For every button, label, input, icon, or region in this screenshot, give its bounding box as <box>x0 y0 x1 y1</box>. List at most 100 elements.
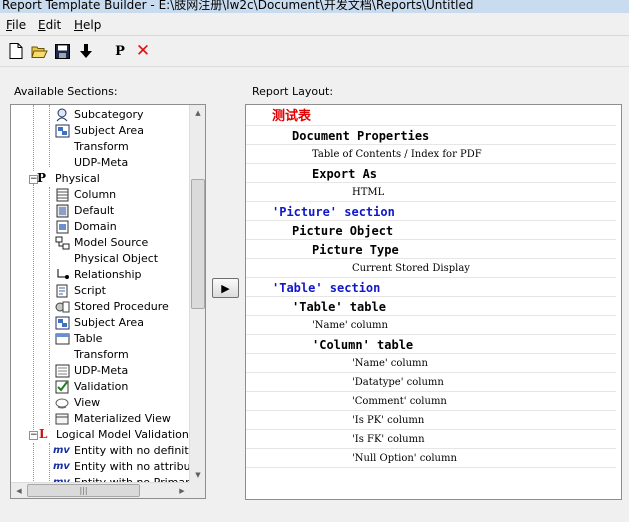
tree-guide-line <box>49 187 50 425</box>
report-layout-row[interactable]: Document Properties <box>246 127 616 145</box>
scroll-up-arrow-icon[interactable]: ▲ <box>190 105 205 121</box>
properties-button[interactable]: P <box>110 41 130 61</box>
report-layout-row-label: Document Properties <box>292 129 430 143</box>
report-layout-row-label: Export As <box>312 167 378 181</box>
report-layout-row-label: Current Stored Display <box>352 263 470 274</box>
table-icon <box>55 333 70 345</box>
model-source-icon <box>55 236 70 250</box>
scroll-down-arrow-icon[interactable]: ▼ <box>190 467 205 483</box>
tree-guide-line <box>49 105 50 167</box>
menu-file[interactable]: File <box>6 18 26 32</box>
column-icon <box>56 188 69 202</box>
title-bar: Report Template Builder - E:\肢网注册\lw2c\D… <box>0 0 629 13</box>
report-layout-row[interactable]: 'Null Option' column <box>246 450 616 468</box>
report-layout-row[interactable]: 'Picture' section <box>246 203 616 221</box>
horizontal-scroll-thumb[interactable]: ||| <box>27 484 140 497</box>
new-button[interactable] <box>6 41 26 61</box>
report-layout-row[interactable]: 'Name' column <box>246 355 616 373</box>
subject-area-icon <box>55 316 70 330</box>
report-layout-row-label: 'Name' column <box>312 320 388 331</box>
report-layout-row-label: Table of Contents / Index for PDF <box>312 149 482 160</box>
report-layout-row-label: 'Picture' section <box>272 205 395 219</box>
delete-x-icon: ✕ <box>135 41 151 61</box>
report-layout-row[interactable]: 'Table' section <box>246 279 616 297</box>
report-layout-row-label: Picture Object <box>292 224 394 238</box>
relationship-icon <box>57 269 69 279</box>
report-layout-row-label: 'Table' section <box>272 281 381 295</box>
available-sections-label: Available Sections: <box>14 85 118 98</box>
view-icon <box>55 398 69 409</box>
tree-vertical-scrollbar[interactable]: ▲ ▼ <box>189 105 205 483</box>
delete-button[interactable]: ✕ <box>133 41 153 61</box>
report-layout-row-label: 'Is PK' column <box>352 415 425 426</box>
menu-bar: File Edit Help <box>0 14 629 36</box>
toolbar-divider <box>0 66 629 67</box>
report-layout-row-label: 'Column' table <box>312 338 414 352</box>
report-layout-row[interactable]: Picture Object <box>246 222 616 240</box>
script-icon <box>56 284 68 298</box>
report-layout-row-label: 'Name' column <box>352 358 428 369</box>
window-title: Report Template Builder - E:\肢网注册\lw2c\D… <box>2 0 474 12</box>
open-button[interactable] <box>29 41 49 61</box>
report-layout-row[interactable]: 'Is FK' column <box>246 431 616 449</box>
report-layout-row[interactable]: Current Stored Display <box>246 260 616 278</box>
toolbar: P ✕ <box>0 38 629 64</box>
report-layout-row[interactable]: 'Datatype' column <box>246 374 616 392</box>
materialized-view-icon <box>55 413 69 425</box>
report-layout-row-label: 'Table' table <box>292 300 386 314</box>
tree-content: − − Subcategory Subject Area Transform U… <box>11 105 190 483</box>
report-layout-row[interactable]: 'Table' table <box>246 298 616 316</box>
tree-horizontal-scrollbar[interactable]: ◀ ||| ▶ <box>11 482 190 498</box>
report-layout-row[interactable]: 'Column' table <box>246 336 616 354</box>
report-layout-row[interactable]: 'Comment' column <box>246 393 616 411</box>
mv-icon: mv <box>53 445 70 456</box>
mv-icon: mv <box>53 461 70 472</box>
report-layout-row-label: 'Datatype' column <box>352 377 444 388</box>
scroll-right-arrow-icon[interactable]: ▶ <box>174 483 190 498</box>
stored-procedure-icon <box>55 301 70 313</box>
logical-collapse-toggle[interactable]: − <box>29 431 38 440</box>
report-layout-row-label: 测试表 <box>272 109 312 124</box>
report-layout-row[interactable]: Picture Type <box>246 241 616 259</box>
physical-icon: P <box>37 171 47 185</box>
logical-icon: L <box>39 427 48 441</box>
report-layout-row[interactable]: 'Name' column <box>246 317 616 335</box>
move-down-button[interactable] <box>76 41 96 61</box>
new-document-icon <box>9 43 23 59</box>
open-folder-icon <box>30 46 48 58</box>
menu-edit[interactable]: Edit <box>38 18 61 32</box>
report-layout-row-label: 'Is FK' column <box>352 434 425 445</box>
tree-guide-line <box>49 443 50 483</box>
report-layout-row[interactable]: HTML <box>246 184 616 202</box>
report-layout-row-label: 'Comment' column <box>352 396 447 407</box>
report-layout-row[interactable]: 'Is PK' column <box>246 412 616 430</box>
tree-guide-line <box>33 443 34 483</box>
report-layout-row-label: HTML <box>352 187 385 198</box>
udp-meta-icon <box>55 364 70 378</box>
report-layout-row-label: 'Null Option' column <box>352 453 457 464</box>
report-layout-row-label: Picture Type <box>312 243 399 257</box>
scrollbar-corner <box>189 482 205 498</box>
report-layout-tree[interactable]: 测试表 Document Properties Table of Contents … <box>245 104 622 500</box>
domain-icon <box>56 220 69 234</box>
arrow-right-icon: ▶ <box>221 281 230 295</box>
save-button[interactable] <box>52 41 72 61</box>
validation-icon <box>55 380 69 394</box>
subject-area-icon <box>55 124 70 138</box>
vertical-scroll-thumb[interactable] <box>191 179 205 309</box>
tree-guide-line <box>33 184 34 434</box>
scroll-left-arrow-icon[interactable]: ◀ <box>11 483 27 498</box>
tree-guide-line <box>33 105 34 171</box>
report-layout-row[interactable]: Export As <box>246 165 616 183</box>
properties-p-icon: P <box>115 43 125 59</box>
report-layout-row[interactable]: Table of Contents / Index for PDF <box>246 146 616 164</box>
available-sections-tree[interactable]: − − Subcategory Subject Area Transform U… <box>10 104 206 499</box>
report-layout-row[interactable]: 测试表 <box>246 108 616 126</box>
arrow-down-icon <box>80 43 92 58</box>
save-disk-icon <box>54 43 70 59</box>
subcategory-icon <box>56 108 68 122</box>
menu-help[interactable]: Help <box>74 18 101 32</box>
default-icon <box>56 204 69 218</box>
report-layout-label: Report Layout: <box>252 85 334 98</box>
add-section-button[interactable]: ▶ <box>212 278 239 298</box>
